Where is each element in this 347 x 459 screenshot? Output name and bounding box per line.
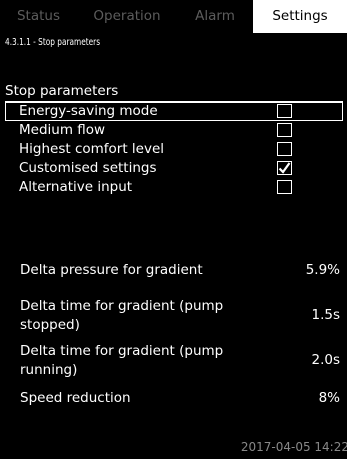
option-label: Customised settings [19, 160, 157, 176]
param-value: 2.0s [311, 352, 340, 368]
option-medium-flow[interactable]: Medium flow [5, 121, 343, 140]
option-alternative-input[interactable]: Alternative input [5, 178, 343, 197]
timestamp: 2017-04-05 14:22 [240, 440, 347, 454]
option-label: Energy-saving mode [19, 103, 158, 119]
option-label: Medium flow [19, 122, 106, 138]
option-energy-saving-mode[interactable]: Energy-saving mode [5, 102, 343, 121]
option-label: Highest comfort level [19, 141, 165, 157]
checkbox[interactable] [277, 123, 292, 137]
checkbox[interactable] [277, 161, 292, 175]
param-label: Delta time for gradient (pump stopped) [20, 298, 224, 333]
param-label: Delta time for gradient (pump running) [20, 343, 224, 378]
option-label: Alternative input [19, 179, 133, 195]
checkbox[interactable] [277, 142, 292, 156]
param-label: Delta pressure for gradient [20, 262, 203, 278]
option-customised-settings[interactable]: Customised settings [5, 159, 343, 178]
checkbox[interactable] [277, 180, 292, 194]
section-title: Stop parameters [5, 82, 343, 102]
param-value: 1.5s [311, 307, 340, 323]
param-label: Speed reduction [20, 390, 131, 406]
tab-operation[interactable]: Operation [77, 0, 177, 33]
param-value: 5.9% [305, 262, 340, 278]
checkmark-icon [278, 162, 291, 174]
option-highest-comfort-level[interactable]: Highest comfort level [5, 140, 343, 159]
tab-alarm[interactable]: Alarm [177, 0, 253, 33]
checkbox[interactable] [277, 104, 292, 118]
page-title: 4.3.1.1 - Stop parameters [5, 37, 101, 48]
tab-status[interactable]: Status [0, 0, 77, 33]
tab-settings[interactable]: Settings [253, 0, 347, 33]
tab-bar: Status Operation Alarm Settings [0, 0, 347, 33]
param-value: 8% [318, 390, 340, 406]
